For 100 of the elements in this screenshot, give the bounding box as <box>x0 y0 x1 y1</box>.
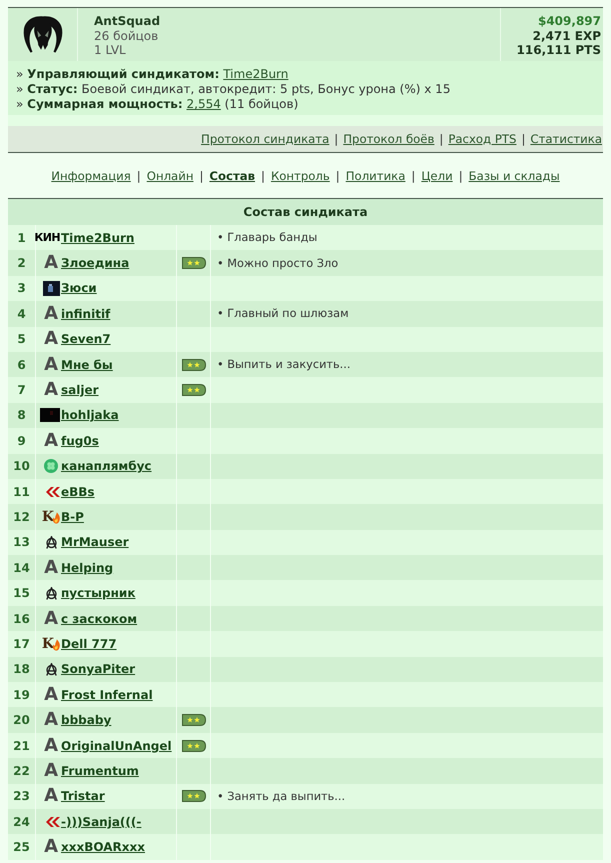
letter-icon: A <box>44 839 58 856</box>
member-note: • Можно просто Зло <box>217 256 338 270</box>
row-number: 3 <box>17 281 26 296</box>
tool-link[interactable]: Расход PTS <box>448 132 516 146</box>
member-name-link[interactable]: Злоедина <box>61 256 130 270</box>
member-name-link[interactable]: MrMauser <box>61 535 129 550</box>
row-number: 8 <box>17 408 26 422</box>
letter-icon: A <box>44 255 58 272</box>
link-separator: | <box>521 132 526 146</box>
row-number: 1 <box>17 230 26 245</box>
clan-logo: КИН <box>34 232 60 244</box>
nav-tab[interactable]: Контроль <box>270 168 330 182</box>
member-name-link[interactable]: infinitif <box>61 306 110 321</box>
nav-tab[interactable]: Политика <box>346 168 406 182</box>
row-number: 18 <box>13 662 30 676</box>
nav-tab[interactable]: Информация <box>51 168 131 182</box>
info-line: » Суммарная мощность: 2,554 (11 бойцов) <box>16 97 300 112</box>
member-note: • Выпить и закусить... <box>217 358 350 372</box>
member-name-link[interactable]: OriginalUnAngel <box>61 738 172 752</box>
row-number: 17 <box>13 636 30 651</box>
member-note: • Занять да выпить... <box>217 790 346 803</box>
row-number: 11 <box>13 484 30 499</box>
row-number: 22 <box>13 764 30 778</box>
row-number: 25 <box>13 840 30 854</box>
info-link[interactable]: Time2Burn <box>223 67 288 81</box>
letter-icon: A <box>44 356 58 373</box>
row-number: 23 <box>13 789 30 804</box>
syndicate-name: AntSquad <box>94 14 162 28</box>
avatar-square-icon <box>43 280 60 296</box>
member-name-link[interactable]: -)))Sanja(((- <box>61 814 142 829</box>
table-title: Состав синдиката <box>8 199 603 225</box>
row-number: 2 <box>17 256 26 270</box>
anarchy-icon <box>45 536 58 549</box>
letter-icon: A <box>44 560 58 576</box>
nav-tab[interactable]: Цели <box>421 168 453 182</box>
row-number: 10 <box>13 459 30 474</box>
nav-tab[interactable]: Состав <box>209 168 256 182</box>
tool-link[interactable]: Статистика <box>530 132 602 146</box>
member-name-link[interactable]: eBBs <box>61 484 95 499</box>
anarchy-icon <box>45 662 58 676</box>
row-number: 24 <box>13 814 30 829</box>
tool-link[interactable]: Протокол синдиката <box>201 132 330 146</box>
member-name-link[interactable]: fug0s <box>61 434 99 448</box>
member-name-link[interactable]: SonyaPiter <box>61 662 136 676</box>
member-note: • Главарь банды <box>217 231 318 244</box>
member-name-link[interactable]: B-P <box>61 510 84 524</box>
member-name-link[interactable]: hohljaka <box>61 408 119 422</box>
info-line: » Статус: Боевой синдикат, автокредит: 5 pts, Бонус урона (%) x 15 <box>16 82 452 97</box>
info-line: » Управляющий синдикатом: Time2Burn <box>16 67 290 82</box>
row-number: 15 <box>13 586 30 600</box>
nav-separator: | <box>199 168 204 182</box>
row-number: 5 <box>17 332 26 346</box>
row-number: 21 <box>13 738 30 752</box>
member-name-link[interactable]: Seven7 <box>61 332 111 346</box>
member-name-link[interactable]: канаплямбус <box>61 459 152 474</box>
link-separator: | <box>439 132 444 146</box>
money-amount: $409,897 <box>538 14 601 28</box>
nav-tab[interactable]: Онлайн <box>146 168 194 182</box>
member-name-link[interactable]: пустырник <box>61 586 136 600</box>
nav-separator: | <box>261 168 265 182</box>
letter-icon: A <box>44 610 58 627</box>
member-name-link[interactable]: Зюси <box>61 281 97 296</box>
info-link[interactable]: 2,554 <box>186 97 221 111</box>
nav-tab[interactable]: Базы и склады <box>468 168 560 182</box>
letter-icon: A <box>44 331 58 348</box>
letter-icon: A <box>44 762 58 779</box>
letter-icon: A <box>44 738 58 754</box>
letter-icon: A <box>44 306 58 322</box>
member-name-link[interactable]: Frost Infernal <box>61 688 153 702</box>
letter-icon: A <box>44 686 58 703</box>
row-number: 6 <box>17 358 26 372</box>
row-number: 12 <box>13 510 30 524</box>
member-count: 26 бойцов <box>94 28 160 43</box>
member-name-link[interactable]: bbbaby <box>61 713 112 728</box>
row-number: 13 <box>13 535 30 550</box>
member-name-link[interactable]: xxxBOARxxx <box>61 840 145 854</box>
member-name-link[interactable]: Tristar <box>61 789 105 804</box>
nav-separator: | <box>336 168 340 182</box>
letter-icon: A <box>44 788 58 804</box>
row-number: 16 <box>13 612 30 626</box>
member-name-link[interactable]: с заскоком <box>61 612 138 626</box>
member-name-link[interactable]: Time2Burn <box>61 230 134 245</box>
member-name-link[interactable]: Helping <box>61 560 114 575</box>
link-separator: | <box>334 132 338 146</box>
row-number: 19 <box>13 688 30 702</box>
clover-icon <box>44 459 58 474</box>
row-number: 14 <box>13 560 30 575</box>
nav-separator: | <box>458 168 463 182</box>
tool-link[interactable]: Протокол боёв <box>343 132 434 146</box>
member-name-link[interactable]: saljer <box>61 383 99 398</box>
syndicate-level: 1 LVL <box>94 43 127 58</box>
letter-icon: A <box>44 712 58 728</box>
experience-points: 2,471 EXP <box>532 28 601 43</box>
member-name-link[interactable]: Frumentum <box>61 764 139 778</box>
chevrons-icon <box>46 816 60 827</box>
member-name-link[interactable]: Мне бы <box>61 358 113 372</box>
letter-icon: A <box>44 382 58 398</box>
anarchy-icon <box>45 586 58 600</box>
row-number: 9 <box>17 434 26 448</box>
member-name-link[interactable]: Dell 777 <box>61 636 117 651</box>
